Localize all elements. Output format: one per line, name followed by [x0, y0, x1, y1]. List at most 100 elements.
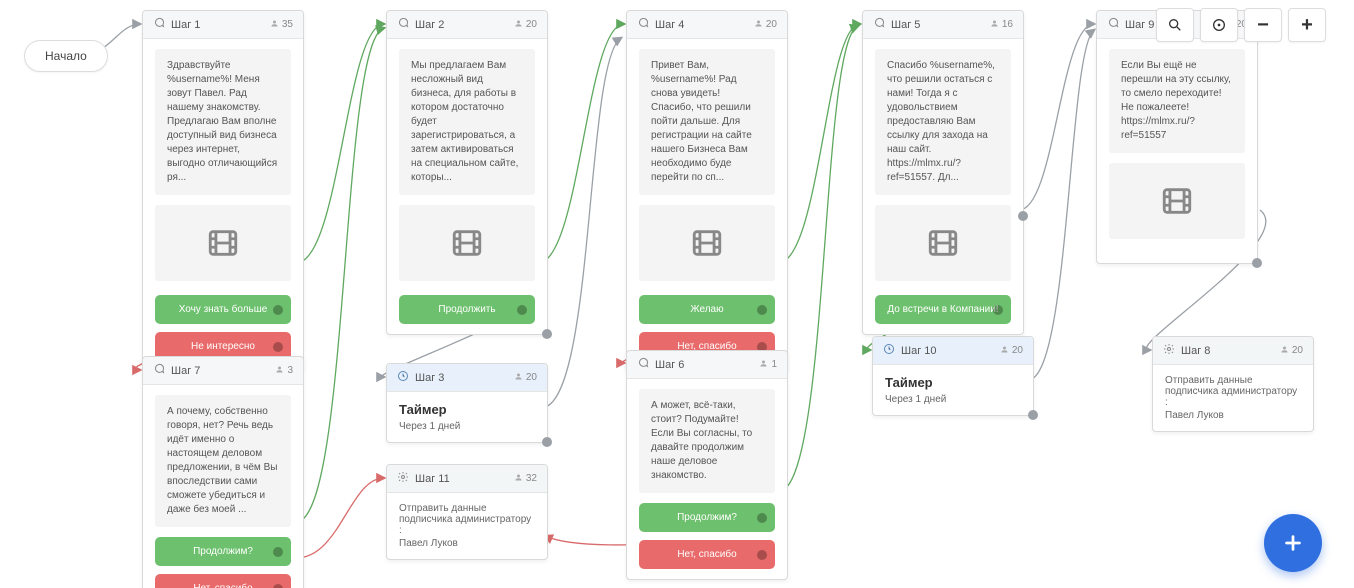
- option-green[interactable]: Желаю: [639, 295, 775, 324]
- step-count: 35: [282, 19, 293, 30]
- out-port[interactable]: [1028, 410, 1038, 420]
- person-icon: [275, 365, 284, 377]
- step-header: Шаг 1 35: [143, 11, 303, 39]
- option-red[interactable]: Нет, спасибо: [155, 574, 291, 588]
- port: [273, 342, 283, 352]
- btn-label: Нет, спасибо: [193, 583, 252, 588]
- step-title: Шаг 10: [901, 345, 937, 357]
- option-red[interactable]: Нет, спасибо: [639, 540, 775, 569]
- port: [757, 305, 767, 315]
- step-header: Шаг 4 20: [627, 11, 787, 39]
- option-green[interactable]: Продолжим?: [155, 537, 291, 566]
- message-text: Здравствуйте %username%! Меня зовут Паве…: [155, 49, 291, 195]
- person-icon: [754, 19, 763, 31]
- option-green[interactable]: Продолжим?: [639, 503, 775, 532]
- add-step-button[interactable]: [1264, 514, 1322, 572]
- step-title: Шаг 7: [171, 365, 200, 377]
- chat-icon: [1107, 17, 1119, 32]
- step-header: Шаг 5 16: [863, 11, 1023, 39]
- step-card-5[interactable]: Шаг 5 16 Спасибо %username%, что решили …: [862, 10, 1024, 335]
- option-green[interactable]: Продолжить: [399, 295, 535, 324]
- film-icon: [1160, 184, 1194, 218]
- timer-title: Таймер: [885, 375, 1021, 390]
- action-text-2: Павел Луков: [399, 538, 535, 549]
- step-header: Шаг 8 20: [1153, 337, 1313, 365]
- message-text: А почему, собственно говоря, нет? Речь в…: [155, 395, 291, 527]
- step-card-6[interactable]: Шаг 6 1 А может, всё-таки, стоит? Подума…: [626, 350, 788, 580]
- btn-label: Нет, спасибо: [677, 549, 736, 560]
- media-thumb: [155, 205, 291, 281]
- target-icon: [1211, 17, 1227, 33]
- message-text: Мы предлагаем Вам несложный вид бизнеса,…: [399, 49, 535, 195]
- start-label: Начало: [45, 49, 87, 63]
- btn-label: До встречи в Компании!: [887, 304, 998, 315]
- step-title: Шаг 6: [655, 359, 684, 371]
- port: [757, 513, 767, 523]
- chat-icon: [637, 17, 649, 32]
- minus-icon: −: [1257, 14, 1269, 37]
- out-port[interactable]: [542, 329, 552, 339]
- step-header: Шаг 11 32: [387, 465, 547, 493]
- chat-icon: [153, 363, 165, 378]
- message-text: Если Вы ещё не перешли на эту ссылку, то…: [1109, 49, 1245, 153]
- step-header: Шаг 3 20: [387, 364, 547, 392]
- start-node[interactable]: Начало: [24, 40, 108, 72]
- step-card-7[interactable]: Шаг 7 3 А почему, собственно говоря, нет…: [142, 356, 304, 588]
- option-green[interactable]: До встречи в Компании!: [875, 295, 1011, 324]
- person-icon: [990, 19, 999, 31]
- person-icon: [514, 473, 523, 485]
- btn-label: Продолжим?: [193, 546, 253, 557]
- film-icon: [690, 226, 724, 260]
- port: [993, 305, 1003, 315]
- message-text: А может, всё-таки, стоит? Подумайте! Есл…: [639, 389, 775, 493]
- plus-icon: +: [1301, 14, 1313, 37]
- chat-icon: [153, 17, 165, 32]
- timer-title: Таймер: [399, 402, 535, 417]
- zoom-out-button[interactable]: −: [1244, 8, 1282, 42]
- chat-icon: [637, 357, 649, 372]
- chat-icon: [873, 17, 885, 32]
- zoom-in-button[interactable]: +: [1288, 8, 1326, 42]
- media-thumb: [399, 205, 535, 281]
- step-title: Шаг 11: [415, 473, 450, 485]
- step-title: Шаг 9: [1125, 19, 1154, 31]
- step-card-11[interactable]: Шаг 11 32 Отправить данные подписчика ад…: [386, 464, 548, 560]
- step-header: Шаг 2 20: [387, 11, 547, 39]
- option-green[interactable]: Хочу знать больше: [155, 295, 291, 324]
- step-count: 20: [526, 372, 537, 383]
- person-icon: [759, 359, 768, 371]
- film-icon: [450, 226, 484, 260]
- step-card-4[interactable]: Шаг 4 20 Привет Вам, %username%! Рад сно…: [626, 10, 788, 372]
- btn-label: Желаю: [690, 304, 723, 315]
- timer-sub: Через 1 дней: [885, 394, 1021, 405]
- out-port[interactable]: [542, 437, 552, 447]
- person-icon: [1280, 345, 1289, 357]
- media-thumb: [875, 205, 1011, 281]
- timer-sub: Через 1 дней: [399, 421, 535, 432]
- toolbar: − +: [1156, 8, 1326, 42]
- step-card-2[interactable]: Шаг 2 20 Мы предлагаем Вам несложный вид…: [386, 10, 548, 335]
- step-title: Шаг 2: [415, 19, 444, 31]
- step-card-3[interactable]: Шаг 3 20 Таймер Через 1 дней: [386, 363, 548, 443]
- out-port[interactable]: [1252, 258, 1262, 268]
- step-title: Шаг 5: [891, 19, 920, 31]
- center-button[interactable]: [1200, 8, 1238, 42]
- person-icon: [514, 372, 523, 384]
- out-port[interactable]: [1018, 211, 1028, 221]
- step-count: 20: [1012, 345, 1023, 356]
- port: [273, 547, 283, 557]
- search-button[interactable]: [1156, 8, 1194, 42]
- step-card-10[interactable]: Шаг 10 20 Таймер Через 1 дней: [872, 336, 1034, 416]
- media-thumb: [639, 205, 775, 281]
- step-card-1[interactable]: Шаг 1 35 Здравствуйте %username%! Меня з…: [142, 10, 304, 372]
- action-text-2: Павел Луков: [1165, 410, 1301, 421]
- step-header: Шаг 6 1: [627, 351, 787, 379]
- chat-icon: [397, 17, 409, 32]
- step-card-9[interactable]: Шаг 9 20 Если Вы ещё не перешли на эту с…: [1096, 10, 1258, 264]
- btn-label: Продолжить: [438, 304, 495, 315]
- person-icon: [270, 19, 279, 31]
- port: [517, 305, 527, 315]
- gear-icon: [1163, 343, 1175, 358]
- step-card-8[interactable]: Шаг 8 20 Отправить данные подписчика адм…: [1152, 336, 1314, 432]
- step-header: Шаг 10 20: [873, 337, 1033, 365]
